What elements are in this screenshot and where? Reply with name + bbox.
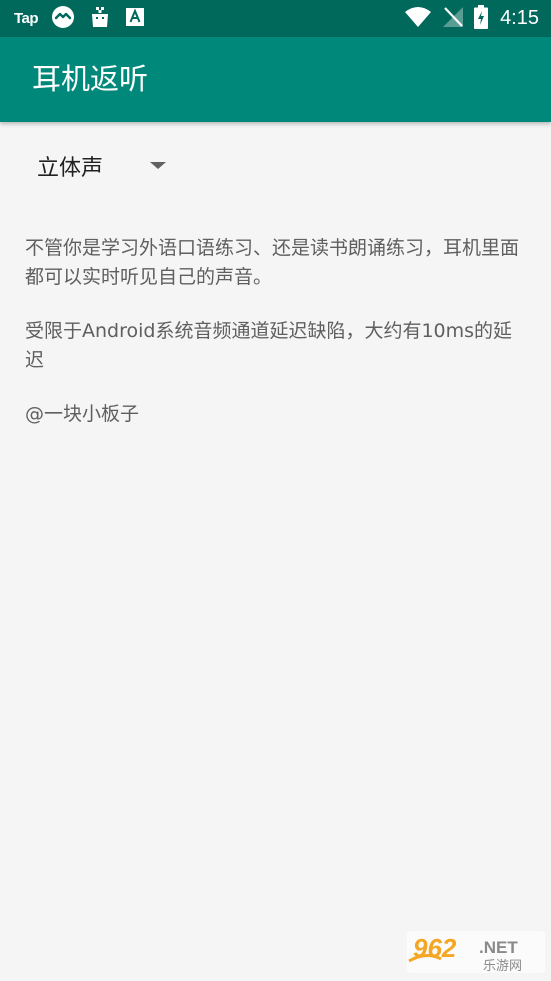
battery-charging-icon [474,4,489,33]
description-paragraph-author: @一块小板子 [25,403,140,425]
status-right-icons: 4:15 [404,4,539,33]
taptap-icon [50,5,76,33]
watermark-number: 962 [413,933,457,963]
status-clock: 4:15 [500,7,539,29]
description-text: 不管你是学习外语口语练习、还是读书朗诵练习，耳机里面都可以实时听见自己的声音。 … [25,234,530,454]
dropdown-arrow-icon [150,162,166,169]
watermark-cn: 乐游网 [483,959,522,973]
channel-mode-spinner[interactable]: 立体声 [22,140,182,192]
page-title: 耳机返听 [32,62,149,96]
spinner-selected-value: 立体声 [37,156,104,181]
description-paragraph-latency: 受限于Android系统音频通道延迟缺陷，大约有10ms的延迟 [25,320,513,371]
tap-label: Tap [14,10,39,27]
bag-icon [88,5,112,33]
status-left-icons: Tap [14,5,146,33]
site-watermark: 962 .NET 乐游网 [407,931,545,974]
font-a-icon [124,6,146,32]
status-bar: Tap 4:15 [0,0,551,37]
watermark-suffix: .NET [479,938,518,957]
app-bar: 耳机返听 [0,37,551,122]
description-paragraph-usage: 不管你是学习外语口语练习、还是读书朗诵练习，耳机里面都可以实时听见自己的声音。 [25,237,520,288]
wifi-icon [404,6,432,32]
no-signal-icon [442,6,464,32]
